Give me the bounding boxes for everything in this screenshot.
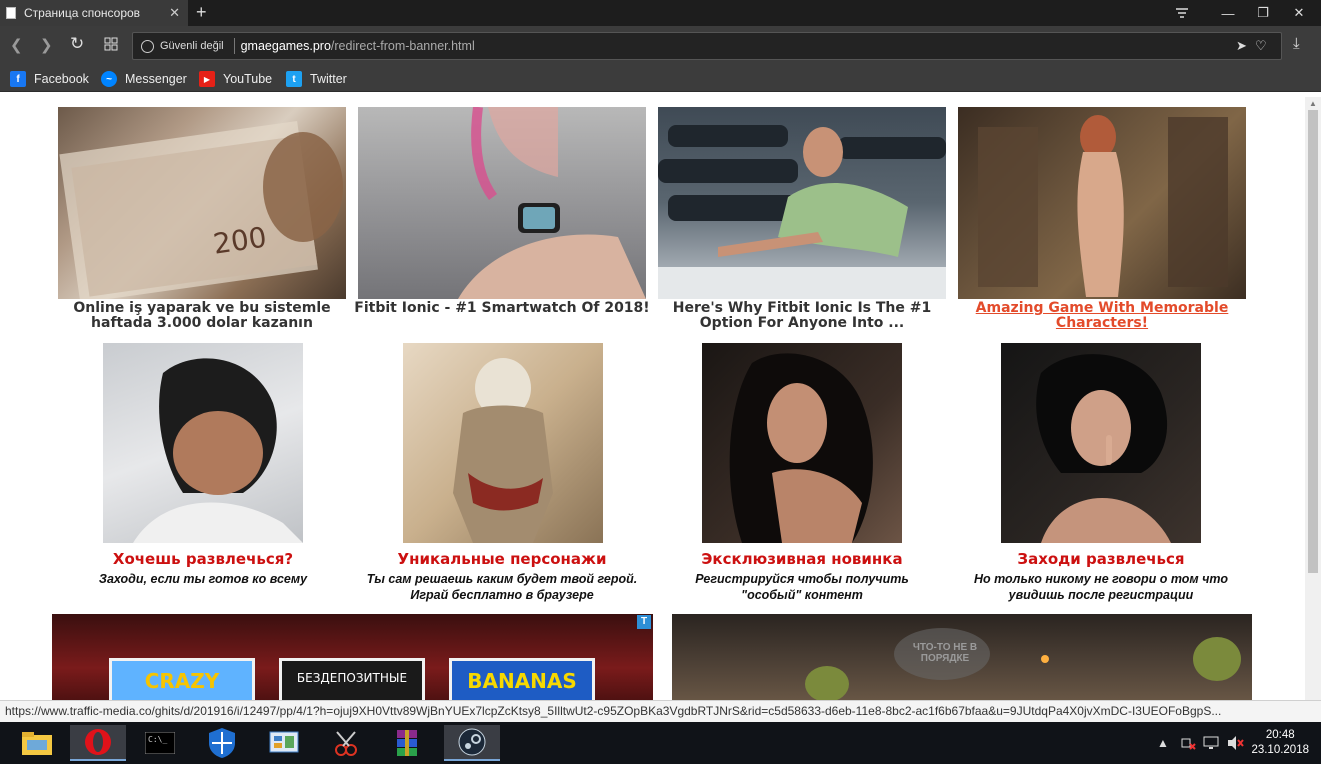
slot-crazy-monkey[interactable]: CRAZY MONKEY: [109, 658, 255, 700]
bookmark-youtube[interactable]: ▶ YouTube: [199, 71, 272, 87]
svg-text:C:\_: C:\_: [148, 735, 167, 744]
slot-no-deposit[interactable]: БЕЗДЕПОЗИТНЫЕ: [279, 658, 425, 700]
promo-image-1[interactable]: [103, 343, 303, 543]
status-bar-url: https://www.traffic-media.co/ghits/d/201…: [0, 700, 1321, 722]
promo-title-4[interactable]: Заходи развлечься: [961, 550, 1241, 568]
monitor-icon[interactable]: [1203, 722, 1219, 764]
casino-banner[interactable]: T CRAZY MONKEY БЕЗДЕПОЗИТНЫЕ BANANAS: [52, 614, 653, 700]
forward-icon[interactable]: ❯: [40, 36, 53, 54]
tray-expand-icon[interactable]: ▲: [1157, 722, 1169, 764]
address-bar[interactable]: Güvenli değil gmaegames.pro /redirect-fr…: [132, 32, 1282, 60]
promo-desc-4: Но только никому не говори о том что уви…: [973, 572, 1229, 602]
menu-icon[interactable]: [1159, 0, 1205, 26]
messenger-icon: ~: [101, 71, 117, 87]
promo-title-2[interactable]: Уникальные персонажи: [357, 550, 647, 568]
back-icon[interactable]: ❮: [10, 36, 23, 54]
taskbar-clock[interactable]: 20:48 23.10.2018: [1251, 728, 1309, 758]
page-scrollbar[interactable]: ▲: [1305, 97, 1321, 700]
navigation-bar: ❮ ❯ ↻ Güvenli değil gmaegames.pro /redir…: [0, 26, 1321, 66]
game-banner-sign: ЧТО-ТО НЕ В ПОРЯДКЕ: [912, 642, 978, 664]
command-prompt-icon[interactable]: C:\_: [135, 725, 185, 761]
bookmarks-bar: f Facebook ~ Messenger ▶ YouTube t Twitt…: [0, 66, 1321, 92]
opera-taskbar-icon[interactable]: [70, 725, 126, 761]
speed-dial-icon[interactable]: [104, 37, 118, 55]
url-domain: gmaegames.pro: [240, 39, 331, 53]
clock-time: 20:48: [1265, 729, 1295, 741]
security-label[interactable]: Güvenli değil: [160, 40, 224, 52]
heart-icon[interactable]: ♡: [1255, 38, 1267, 54]
taskbar: C:\_ ▲ 20:48 23.10.2018: [0, 722, 1321, 764]
twitter-icon: t: [286, 71, 302, 87]
ad-caption-1[interactable]: Online iş yaparak ve bu sistemle haftada…: [52, 301, 352, 331]
globe-icon: [141, 39, 154, 53]
winrar-icon[interactable]: [382, 725, 432, 761]
promo-title-1[interactable]: Хочешь развлечься?: [68, 550, 338, 568]
windows-defender-icon[interactable]: [197, 725, 247, 761]
network-error-icon[interactable]: [1180, 722, 1196, 764]
promo-desc-2: Ты сам решаешь каким будет твой герой. И…: [366, 572, 638, 602]
control-panel-icon[interactable]: [259, 725, 309, 761]
download-icon[interactable]: ⤓: [1293, 35, 1300, 52]
facebook-icon: f: [10, 71, 26, 87]
money-stack-image[interactable]: 200: [58, 107, 346, 299]
file-explorer-icon[interactable]: [12, 725, 62, 761]
snipping-tool-icon[interactable]: [321, 725, 371, 761]
ad-caption-2[interactable]: Fitbit Ionic - #1 Smartwatch Of 2018!: [352, 301, 652, 316]
smartwatch-image[interactable]: [358, 107, 646, 299]
promo-title-3[interactable]: Эксклюзивная новинка: [667, 550, 937, 568]
tab-close-icon[interactable]: ✕: [169, 5, 180, 21]
close-window-button[interactable]: ✕: [1276, 0, 1321, 26]
page-content: 200 Online iş yaparak ve bu sistemle haf…: [0, 97, 1305, 700]
ad-caption-3[interactable]: Here's Why Fitbit Ionic Is The #1 Option…: [652, 301, 952, 331]
gym-woman-image[interactable]: [658, 107, 946, 299]
bookmark-facebook[interactable]: f Facebook: [10, 71, 89, 87]
bookmark-twitter[interactable]: t Twitter: [286, 71, 347, 87]
scrollbar-thumb[interactable]: [1308, 110, 1318, 573]
steam-icon[interactable]: [444, 725, 500, 761]
promo-desc-3: Регистрируйся чтобы получить "особый" ко…: [695, 572, 909, 602]
browser-window: Страница спонсоров ✕ + — ❐ ✕ ❮ ❯ ↻ Güven…: [0, 0, 1321, 764]
tab-sponsors[interactable]: Страница спонсоров ✕: [0, 0, 188, 26]
tab-bar: Страница спонсоров ✕ + — ❐ ✕: [0, 0, 1321, 26]
game-character-image[interactable]: [958, 107, 1246, 299]
ad-caption-4[interactable]: Amazing Game With Memorable Characters!: [962, 301, 1242, 331]
page-icon: [6, 7, 16, 19]
tab-title: Страница спонсоров: [24, 6, 141, 20]
promo-image-4[interactable]: [1001, 343, 1201, 543]
promo-desc-1: Заходи, если ты готов ко всему: [98, 572, 308, 586]
clock-date: 23.10.2018: [1251, 744, 1309, 756]
new-tab-button[interactable]: +: [196, 2, 207, 23]
youtube-icon: ▶: [199, 71, 215, 87]
send-icon[interactable]: ➤: [1236, 38, 1247, 54]
reload-icon[interactable]: ↻: [70, 34, 84, 54]
game-banner[interactable]: ЧТО-ТО НЕ В ПОРЯДКЕ: [672, 614, 1252, 700]
scroll-up-icon[interactable]: ▲: [1309, 99, 1317, 108]
url-path: /redirect-from-banner.html: [330, 39, 475, 53]
volume-muted-icon[interactable]: [1226, 722, 1244, 764]
ad-badge[interactable]: T: [637, 615, 651, 629]
bookmark-messenger[interactable]: ~ Messenger: [101, 71, 187, 87]
promo-image-3[interactable]: [702, 343, 902, 543]
slot-bananas[interactable]: BANANAS: [449, 658, 595, 700]
promo-image-2[interactable]: [403, 343, 603, 543]
